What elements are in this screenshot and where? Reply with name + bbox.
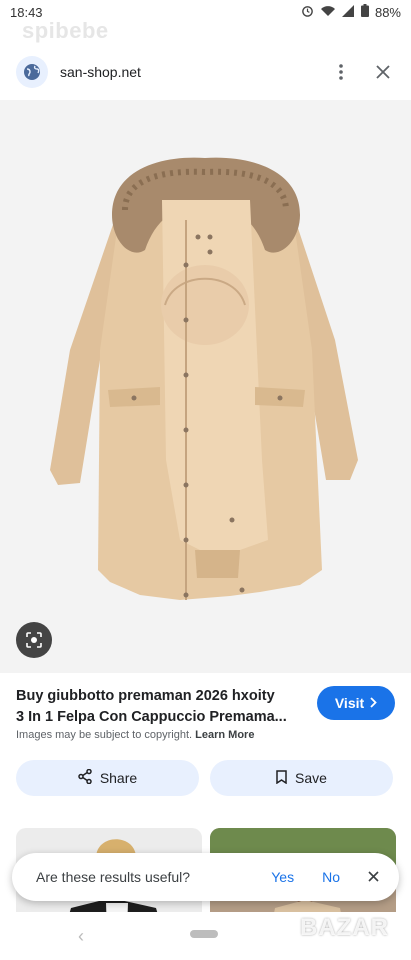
globe-icon[interactable]: [16, 56, 48, 88]
chevron-right-icon: [370, 695, 377, 711]
url-bar: san-shop.net: [0, 44, 411, 100]
feedback-question: Are these results useful?: [36, 869, 191, 885]
close-icon[interactable]: [371, 60, 395, 84]
visit-label: Visit: [334, 695, 365, 711]
result-title[interactable]: Buy giubbotto premaman 2026 hxoity 3 In …: [16, 686, 306, 728]
status-icons: 88%: [301, 4, 401, 20]
alarm-icon: [301, 4, 314, 20]
watermark-logo: spibebe: [22, 18, 109, 43]
feedback-toast: Are these results useful? Yes No: [12, 853, 399, 901]
back-icon[interactable]: ‹: [78, 926, 84, 947]
result-title-line1: Buy giubbotto premaman 2026 hxoity: [16, 688, 275, 704]
battery-level: 88%: [374, 4, 401, 20]
more-options-icon[interactable]: [329, 60, 353, 84]
lens-search-icon[interactable]: [16, 622, 52, 658]
bookmark-icon: [276, 769, 287, 787]
feedback-no-button[interactable]: No: [322, 869, 340, 885]
save-label: Save: [295, 770, 327, 786]
close-icon[interactable]: [368, 869, 379, 885]
wifi-icon: [320, 5, 336, 20]
page-url[interactable]: san-shop.net: [60, 64, 329, 80]
visit-button[interactable]: Visit: [317, 686, 395, 720]
share-label: Share: [99, 770, 138, 786]
result-title-line2: 3 In 1 Felpa Con Cappuccio Premama...: [16, 709, 287, 725]
feedback-yes-button[interactable]: Yes: [271, 869, 294, 885]
battery-icon: [360, 4, 369, 20]
signal-icon: [341, 4, 355, 20]
product-image[interactable]: [0, 100, 411, 673]
save-button[interactable]: Save: [210, 760, 393, 796]
home-handle[interactable]: [190, 930, 218, 938]
share-icon: [78, 768, 92, 787]
bazar-watermark: BAZAR: [300, 914, 389, 941]
copyright-notice: Images may be subject to copyright. Lear…: [16, 729, 254, 741]
learn-more-link[interactable]: Learn More: [195, 729, 254, 741]
copyright-text: Images may be subject to copyright.: [16, 729, 193, 741]
share-button[interactable]: Share: [16, 760, 199, 796]
